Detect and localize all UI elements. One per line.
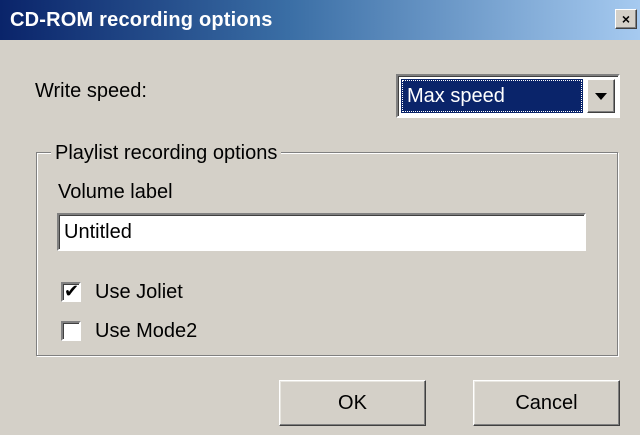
cancel-button[interactable]: Cancel bbox=[473, 380, 620, 426]
use-mode2-checkbox[interactable]: ✔ bbox=[61, 321, 81, 341]
cd-rom-recording-options-dialog: CD-ROM recording options × Write speed: … bbox=[0, 0, 640, 435]
write-speed-dropdown-button[interactable] bbox=[587, 79, 615, 113]
chevron-down-icon bbox=[595, 93, 607, 100]
checkmark-icon: ✔ bbox=[64, 281, 80, 301]
write-speed-selected-value[interactable]: Max speed bbox=[401, 79, 583, 113]
volume-label-caption: Volume label bbox=[58, 181, 173, 203]
use-joliet-label[interactable]: Use Joliet bbox=[95, 280, 183, 304]
close-button[interactable]: × bbox=[615, 9, 637, 29]
use-joliet-checkbox[interactable]: ✔ bbox=[61, 281, 81, 302]
close-icon: × bbox=[621, 11, 631, 27]
playlist-recording-options-legend: Playlist recording options bbox=[51, 141, 282, 165]
write-speed-dropdown[interactable]: Max speed bbox=[396, 74, 620, 118]
volume-label-input[interactable] bbox=[57, 213, 586, 251]
title-bar[interactable]: CD-ROM recording options × bbox=[0, 0, 640, 40]
window-title: CD-ROM recording options bbox=[10, 9, 273, 31]
use-mode2-label[interactable]: Use Mode2 bbox=[95, 319, 197, 343]
ok-button[interactable]: OK bbox=[279, 380, 426, 426]
write-speed-label: Write speed: bbox=[35, 80, 147, 102]
